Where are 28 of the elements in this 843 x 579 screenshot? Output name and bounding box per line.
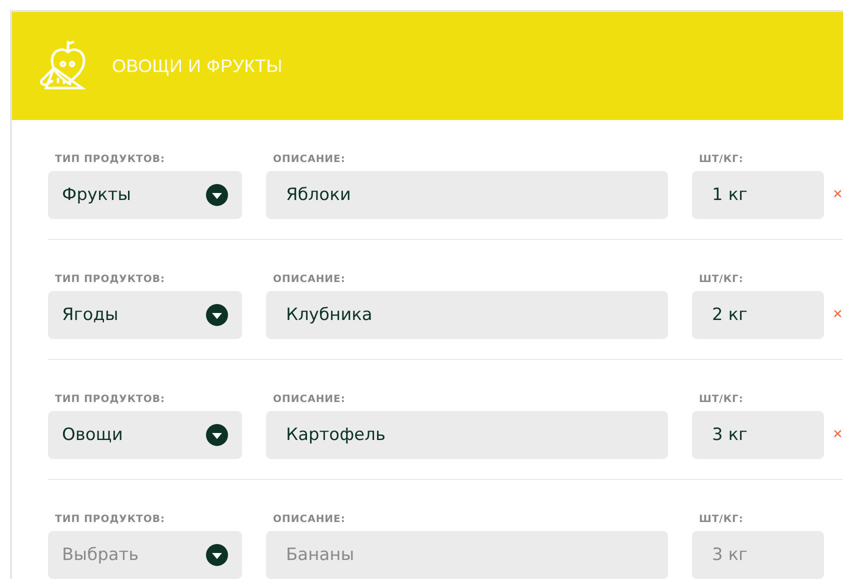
quantity-input[interactable]: 1 кг — [692, 171, 824, 219]
quantity-input[interactable]: 3 кг — [692, 411, 824, 459]
dropdown-caret-icon — [206, 184, 228, 206]
field-label: ШТ/КГ: — [698, 274, 744, 285]
field-label: ОПИСАНИЕ: — [272, 274, 346, 285]
field-label: ОПИСАНИЕ: — [272, 154, 346, 165]
field-label: ТИП ПРОДУКТОВ: — [54, 274, 166, 285]
type-select[interactable]: Фрукты — [48, 171, 242, 219]
field-label: ШТ/КГ: — [698, 154, 744, 165]
field-label: ШТ/КГ: — [698, 394, 744, 405]
dropdown-caret-icon — [206, 304, 228, 326]
field-label: ОПИСАНИЕ: — [272, 394, 346, 405]
dropdown-caret-icon — [206, 544, 228, 566]
quantity-input[interactable]: 3 кг — [692, 531, 824, 579]
description-input[interactable]: Яблоки — [266, 171, 668, 219]
field-label: ТИП ПРОДУКТОВ: — [54, 154, 166, 165]
field-label: ШТ/КГ: — [698, 514, 744, 525]
dropdown-caret-icon — [206, 424, 228, 446]
description-input[interactable]: Клубника — [266, 291, 668, 339]
description-input[interactable]: Картофель — [266, 411, 668, 459]
type-select[interactable]: Овощи — [48, 411, 242, 459]
quantity-input[interactable]: 2 кг — [692, 291, 824, 339]
description-input[interactable]: Бананы — [266, 531, 668, 579]
category-title: ОВОЩИ И ФРУКТЫ — [112, 56, 283, 76]
field-label: ТИП ПРОДУКТОВ: — [54, 394, 166, 405]
field-label: ТИП ПРОДУКТОВ: — [54, 514, 166, 525]
type-select[interactable]: Ягоды — [48, 291, 242, 339]
field-label: ОПИСАНИЕ: — [272, 514, 346, 525]
